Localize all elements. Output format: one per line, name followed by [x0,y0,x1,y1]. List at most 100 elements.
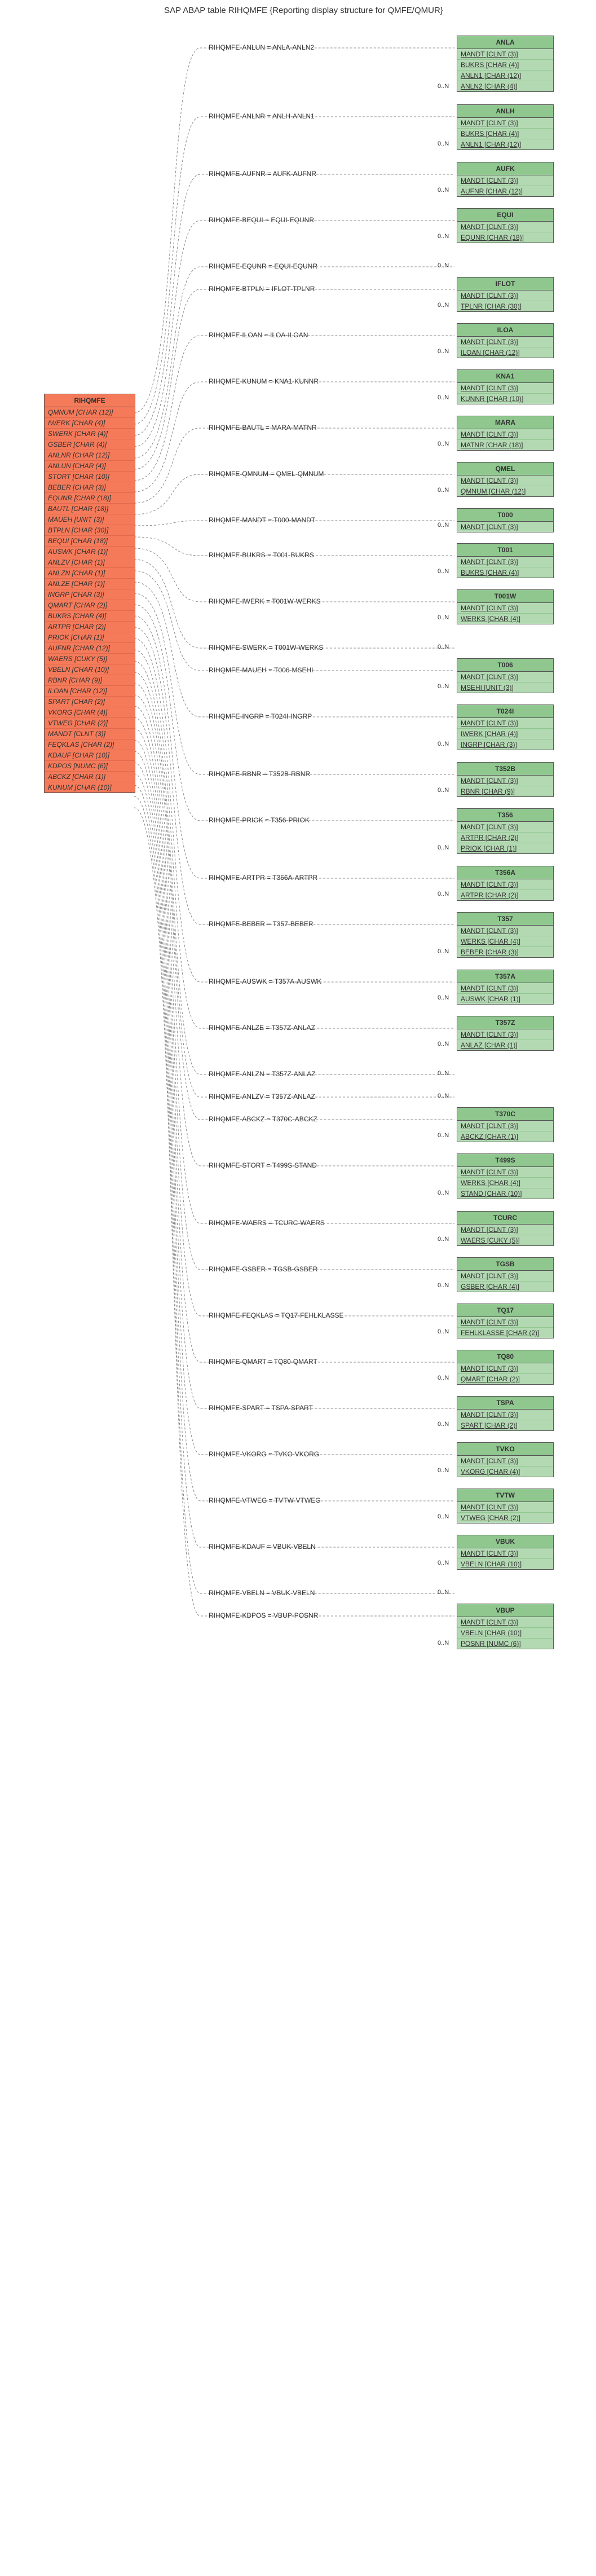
ref-table-t001w: T001WMANDT [CLNT (3)]WERKS [CHAR (4)] [457,589,554,624]
relation-label: RIHQMFE-VBELN = VBUK-VBELN [209,1589,315,1597]
ref-table-field: MANDT [CLNT (3)] [457,1271,553,1282]
main-table-field: KDPOS [NUMC (6)] [45,761,135,772]
ref-table-field: MATNR [CHAR (18)] [457,440,553,450]
cardinality-label: 0..N [438,233,449,240]
ref-table-kna1: KNA1MANDT [CLNT (3)]KUNNR [CHAR (10)] [457,369,554,404]
ref-table-iflot: IFLOTMANDT [CLNT (3)]TPLNR [CHAR (30)] [457,277,554,312]
cardinality-label: 0..N [438,1328,449,1335]
ref-table-field: ARTPR [CHAR (2)] [457,890,553,900]
ref-table-t370c: T370CMANDT [CLNT (3)]ABCKZ [CHAR (1)] [457,1107,554,1142]
ref-table-field: AUSWK [CHAR (1)] [457,994,553,1004]
ref-table-t356: T356MANDT [CLNT (3)]ARTPR [CHAR (2)]PRIO… [457,808,554,854]
ref-table-title: QMEL [457,463,553,475]
ref-table-field: MANDT [CLNT (3)] [457,603,553,614]
relation-label: RIHQMFE-KUNUM = KNA1-KUNNR [209,377,319,385]
cardinality-label: 0..N [438,614,449,621]
main-table-field: IWERK [CHAR (4)] [45,418,135,429]
relation-label: RIHQMFE-ARTPR = T356A-ARTPR [209,874,317,882]
ref-table-title: T499S [457,1154,553,1167]
ref-table-field: MANDT [CLNT (3)] [457,222,553,232]
relation-label: RIHQMFE-ANLZV = T357Z-ANLAZ [209,1093,315,1100]
ref-table-tq80: TQ80MANDT [CLNT (3)]QMART [CHAR (2)] [457,1350,554,1385]
ref-table-field: VKORG [CHAR (4)] [457,1467,553,1477]
relation-label: RIHQMFE-SWERK = T001W-WERKS [209,644,323,651]
cardinality-label: 0..N [438,522,449,529]
ref-table-qmel: QMELMANDT [CLNT (3)]QMNUM [CHAR (12)] [457,462,554,497]
ref-table-t006: T006MANDT [CLNT (3)]MSEHI [UNIT (3)] [457,658,554,693]
ref-table-field: PRIOK [CHAR (1)] [457,843,553,853]
main-table-title: RIHQMFE [45,394,135,407]
main-table-field: QMNUM [CHAR (12)] [45,407,135,418]
main-table-field: ANLZN [CHAR (1)] [45,568,135,579]
ref-table-field: MANDT [CLNT (3)] [457,1317,553,1328]
main-table-field: SPART [CHAR (2)] [45,697,135,707]
ref-table-field: BEBER [CHAR (3)] [457,947,553,957]
ref-table-tspa: TSPAMANDT [CLNT (3)]SPART [CHAR (2)] [457,1396,554,1431]
cardinality-label: 0..N [438,1560,449,1566]
main-table-field: INGRP [CHAR (3)] [45,589,135,600]
main-table-field: ABCKZ [CHAR (1)] [45,772,135,782]
ref-table-field: MANDT [CLNT (3)] [457,49,553,60]
ref-table-field: MANDT [CLNT (3)] [457,1410,553,1420]
ref-table-field: MANDT [CLNT (3)] [457,822,553,833]
ref-table-anla: ANLAMANDT [CLNT (3)]BUKRS [CHAR (4)]ANLN… [457,36,554,92]
cardinality-label: 0..N [438,787,449,794]
relation-label: RIHQMFE-ILOAN = ILOA-ILOAN [209,331,308,339]
ref-table-field: MANDT [CLNT (3)] [457,718,553,729]
relation-label: RIHQMFE-QMART = TQ80-QMART [209,1358,317,1366]
ref-table-field: MANDT [CLNT (3)] [457,383,553,394]
main-table-field: VBELN [CHAR (10)] [45,664,135,675]
ref-table-field: ANLAZ [CHAR (1)] [457,1040,553,1050]
ref-table-field: MANDT [CLNT (3)] [457,175,553,186]
ref-table-t000: T000MANDT [CLNT (3)] [457,508,554,532]
ref-table-title: T001W [457,590,553,603]
cardinality-label: 0..N [438,1132,449,1139]
cardinality-label: 0..N [438,140,449,147]
ref-table-field: VBELN [CHAR (10)] [457,1628,553,1639]
ref-table-title: T357A [457,970,553,983]
ref-table-title: ANLA [457,36,553,49]
ref-table-field: ANLN1 [CHAR (12)] [457,71,553,81]
relation-label: RIHQMFE-ABCKZ = T370C-ABCKZ [209,1115,317,1123]
ref-table-field: MANDT [CLNT (3)] [457,522,553,532]
main-table-field: QMART [CHAR (2)] [45,600,135,611]
ref-table-title: VBUP [457,1604,553,1617]
ref-table-field: QMNUM [CHAR (12)] [457,486,553,496]
main-table-field: MANDT [CLNT (3)] [45,729,135,739]
ref-table-field: INGRP [CHAR (3)] [457,739,553,750]
relation-label: RIHQMFE-SPART = TSPA-SPART [209,1404,313,1412]
er-diagram-canvas: RIHQMFE QMNUM [CHAR (12)]IWERK [CHAR (4)… [6,19,590,2568]
relation-label: RIHQMFE-VTWEG = TVTW-VTWEG [209,1496,321,1504]
relation-label: RIHQMFE-STORT = T499S-STAND [209,1161,317,1169]
ref-table-title: T357 [457,913,553,926]
main-table-field: VTWEG [CHAR (2)] [45,718,135,729]
ref-table-field: BUKRS [CHAR (4)] [457,567,553,578]
ref-table-field: WERKS [CHAR (4)] [457,1178,553,1188]
ref-table-field: GSBER [CHAR (4)] [457,1282,553,1292]
ref-table-title: T357Z [457,1016,553,1029]
relation-label: RIHQMFE-IWERK = T001W-WERKS [209,597,321,605]
cardinality-label: 0..N [438,1282,449,1289]
main-table-field: BTPLN [CHAR (30)] [45,525,135,536]
relation-label: RIHQMFE-KDAUF = VBUK-VBELN [209,1543,316,1551]
main-table-field: PRIOK [CHAR (1)] [45,632,135,643]
cardinality-label: 0..N [438,891,449,897]
ref-table-field: WERKS [CHAR (4)] [457,936,553,947]
main-table-field: AUFNR [CHAR (12)] [45,643,135,654]
relation-label: RIHQMFE-WAERS = TCURC-WAERS [209,1219,325,1227]
main-table-field: RBNR [CHAR (9)] [45,675,135,686]
cardinality-label: 0..N [438,568,449,575]
ref-table-title: T370C [457,1108,553,1121]
ref-table-field: VBELN [CHAR (10)] [457,1559,553,1569]
ref-table-aufk: AUFKMANDT [CLNT (3)]AUFNR [CHAR (12)] [457,162,554,197]
main-table-field: ANLNR [CHAR (12)] [45,450,135,461]
cardinality-label: 0..N [438,1236,449,1243]
ref-table-field: MSEHI [UNIT (3)] [457,682,553,693]
cardinality-label: 0..N [438,262,449,269]
cardinality-label: 0..N [438,1513,449,1520]
main-table-field: WAERS [CUKY (5)] [45,654,135,664]
ref-table-field: MANDT [CLNT (3)] [457,1548,553,1559]
relation-label: RIHQMFE-ANLUN = ANLA-ANLN2 [209,43,314,51]
relation-label: RIHQMFE-BTPLN = IFLOT-TPLNR [209,285,315,293]
relation-label: RIHQMFE-BEBER = T357-BEBER [209,920,314,928]
